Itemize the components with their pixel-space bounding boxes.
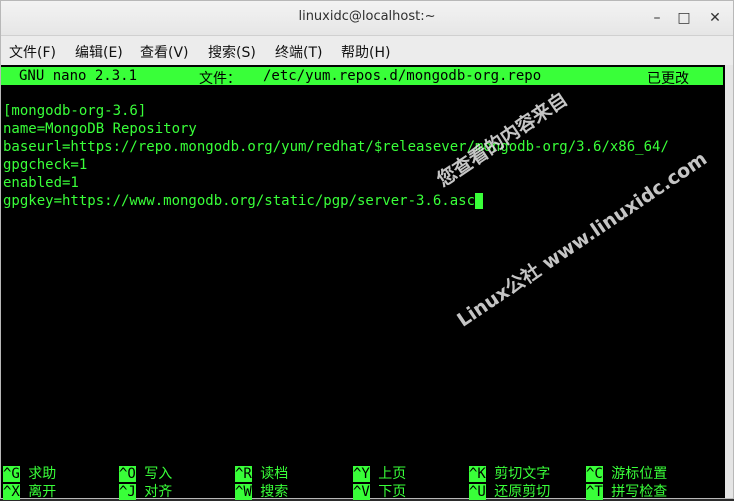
menu-file[interactable]: 文件(F) [9,42,56,62]
editor-line: name=MongoDB Repository [3,121,197,137]
modified-status: 已更改 [647,71,689,87]
shortcut-justify: ^J 对齐 [119,484,173,500]
file-label: 文件： [199,71,241,87]
nano-version: GNU nano 2.3.1 [19,68,138,84]
editor-line: gpgkey=https://www.mongodb.org/static/pg… [3,193,476,209]
editor-line: baseurl=https://repo.mongodb.org/yum/red… [3,139,669,155]
scrollbar[interactable] [725,65,733,498]
menu-search[interactable]: 搜索(S) [208,42,256,62]
minimize-icon[interactable]: – [648,9,666,27]
editor-line: [mongodb-org-3.6] [3,103,147,119]
title-bar[interactable]: linuxidc@localhost:~ – □ ✕ [1,1,733,36]
shortcut-search: ^W 搜索 [235,484,289,500]
terminal-area[interactable]: GNU nano 2.3.1 文件： /etc/yum.repos.d/mong… [1,65,725,500]
editor-line-cursor: gpgkey=https://www.mongodb.org/static/pg… [3,193,484,209]
editor-line: enabled=1 [3,175,79,191]
menu-terminal[interactable]: 终端(T) [275,42,322,62]
menu-view[interactable]: 查看(V) [140,42,189,62]
editor-line: gpgcheck=1 [3,157,88,173]
menu-bar: 文件(F) 编辑(E) 查看(V) 搜索(S) 终端(T) 帮助(H) [1,36,733,64]
terminal-window: linuxidc@localhost:~ – □ ✕ 文件(F) 编辑(E) 查… [0,0,734,500]
shortcut-next-page: ^V 下页 [353,484,407,500]
shortcut-spell: ^T 拼写检查 [586,484,668,500]
file-path: /etc/yum.repos.d/mongodb-org.repo [263,68,542,84]
shortcut-cut-text: ^K 剪切文字 [469,466,551,482]
menu-help[interactable]: 帮助(H) [341,42,390,62]
menu-edit[interactable]: 编辑(E) [75,42,123,62]
shortcut-help: ^G 求助 [3,466,57,482]
window-title: linuxidc@localhost:~ [298,9,436,24]
watermark-line2: Linux公社 www.linuxidc.com [453,147,712,332]
maximize-icon[interactable]: □ [675,9,693,27]
shortcut-cursor-pos: ^C 游标位置 [586,466,668,482]
nano-header: GNU nano 2.3.1 文件： /etc/yum.repos.d/mong… [1,67,723,87]
close-icon[interactable]: ✕ [706,9,724,27]
shortcut-uncut: ^U 还原剪切 [469,484,551,500]
shortcut-exit: ^X 离开 [3,484,57,500]
shortcut-prev-page: ^Y 上页 [353,466,407,482]
shortcut-read: ^R 读档 [235,466,289,482]
text-cursor [475,193,484,209]
shortcut-write: ^O 写入 [119,466,173,482]
